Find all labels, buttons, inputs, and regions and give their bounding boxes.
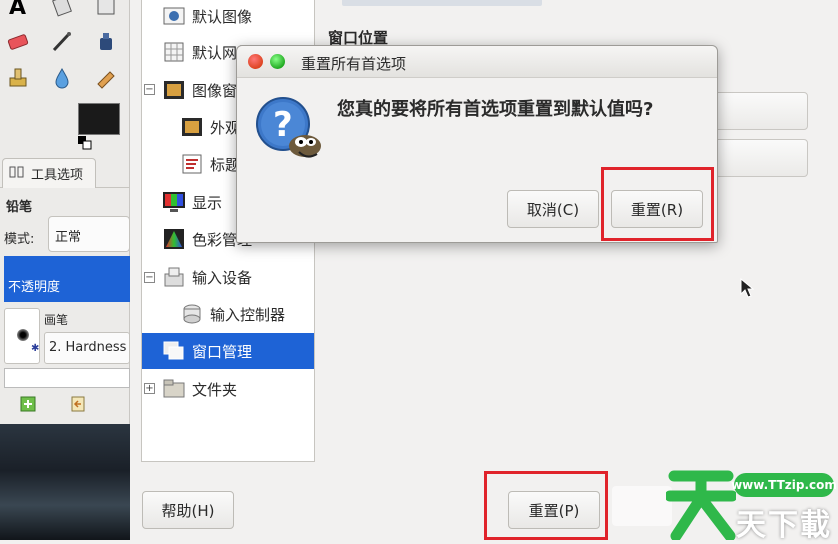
toolbox-panel: A 工具选项 铅笔 模式: 正常 不透明度 ✱ 画笔 2. Hardness	[0, 0, 130, 540]
highlight-box-reset-all	[484, 471, 608, 540]
color-management-icon	[162, 227, 186, 251]
maximize-icon[interactable]	[270, 54, 285, 69]
mode-select[interactable]: 正常	[48, 216, 130, 252]
blur-tool-icon[interactable]	[48, 64, 76, 92]
tool-name: 铅笔	[6, 200, 33, 215]
image-canvas-preview	[0, 424, 130, 540]
folders-icon	[162, 377, 186, 401]
brush-preview[interactable]: ✱	[4, 308, 40, 364]
dialog-titlebar: 重置所有首选项	[237, 46, 717, 78]
dialog-title: 重置所有首选项	[301, 55, 407, 73]
opacity-slider[interactable]: 不透明度	[4, 256, 130, 302]
brush-shape-icon	[17, 329, 29, 341]
restore-preset-icon[interactable]	[70, 396, 86, 416]
partial-checkbox-row[interactable]	[342, 0, 542, 6]
svg-text:A: A	[9, 0, 26, 18]
save-preset-icon[interactable]	[20, 396, 36, 416]
smudge-tool-icon[interactable]	[92, 64, 120, 92]
appearance-icon	[180, 115, 204, 139]
tree-item-label: 显示	[192, 193, 223, 212]
brush-name-field[interactable]: 2. Hardness	[44, 332, 130, 364]
perspective-clone-icon[interactable]	[92, 0, 120, 20]
default-colors-icon[interactable]	[78, 136, 92, 150]
default-image-icon	[162, 4, 186, 28]
tree-item-label: 输入设备	[192, 268, 253, 287]
tree-item-label: 默认图像	[192, 7, 253, 26]
tree-item-input-devices[interactable]: 输入设备	[142, 259, 314, 295]
opacity-label: 不透明度	[8, 280, 61, 295]
tree-item-default-image[interactable]: 默认图像	[142, 0, 314, 34]
text-tool-icon[interactable]: A	[4, 0, 32, 20]
highlight-box-confirm-reset	[601, 167, 714, 241]
eraser-tool-icon[interactable]	[4, 28, 32, 56]
ink-tool-icon[interactable]	[92, 28, 120, 56]
help-button[interactable]: 帮助(H)	[142, 491, 234, 529]
image-window-icon	[162, 78, 186, 102]
tree-item-label: 输入控制器	[210, 305, 286, 324]
tool-options-icon	[9, 165, 25, 183]
mode-label: 模式:	[4, 232, 35, 247]
tree-item-label: 窗口管理	[192, 342, 253, 361]
brush-star-icon: ✱	[31, 343, 40, 354]
tree-item-folders[interactable]: 文件夹	[142, 371, 314, 407]
dock-tab-bar: 工具选项	[0, 156, 130, 188]
airbrush-tool-icon[interactable]	[48, 28, 76, 56]
dialog-question-text: 您真的要将所有首选项重置到默认值吗?	[337, 99, 654, 120]
heal-tool-icon[interactable]	[48, 0, 76, 20]
default-grid-icon	[162, 40, 186, 64]
tab-tool-options[interactable]: 工具选项	[2, 158, 96, 188]
display-icon	[162, 190, 186, 214]
tree-item-window-management[interactable]: 窗口管理	[142, 333, 314, 369]
mouse-cursor-icon	[740, 277, 755, 302]
tree-item-label: 文件夹	[192, 380, 238, 399]
input-controllers-icon	[180, 302, 204, 326]
input-devices-icon	[162, 265, 186, 289]
close-icon[interactable]	[248, 54, 263, 69]
brush-label: 画笔	[44, 313, 69, 327]
clone-stamp-icon[interactable]	[4, 64, 32, 92]
svg-text:?: ?	[273, 105, 293, 145]
watermark-url: www.TTzip.com	[731, 473, 837, 497]
watermark-glow	[612, 486, 672, 526]
cancel-button[interactable]: 取消(C)	[507, 190, 599, 228]
watermark-logo-icon	[664, 462, 738, 544]
tree-item-input-controllers[interactable]: 输入控制器	[142, 296, 314, 332]
watermark-brand: 天下載	[736, 508, 832, 543]
tab-tool-options-label: 工具选项	[31, 168, 84, 183]
size-field[interactable]	[4, 368, 130, 388]
foreground-color-swatch[interactable]	[78, 103, 120, 135]
question-icon: ?	[253, 94, 325, 168]
window-management-icon	[162, 339, 186, 363]
title-icon	[180, 152, 204, 176]
